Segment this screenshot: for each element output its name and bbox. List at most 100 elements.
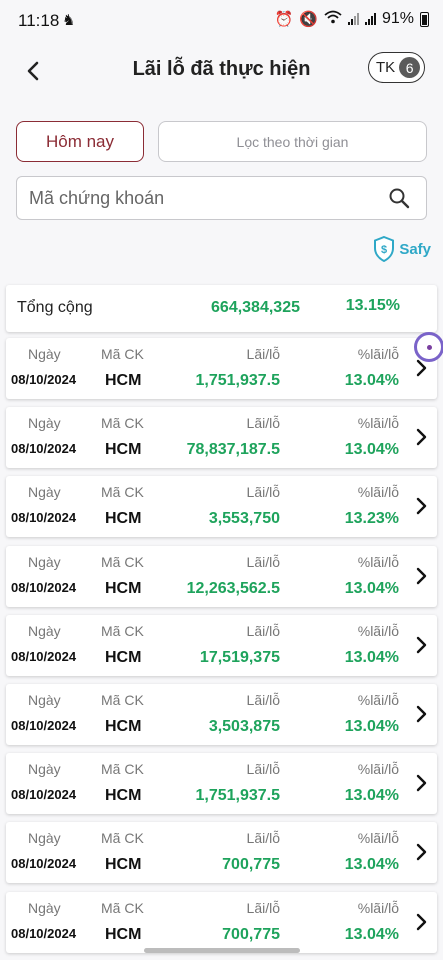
notification-icon: ♞ [62,12,76,29]
column-date-label: Ngày [28,761,61,778]
transaction-row[interactable]: Ngày Mã CK Lãi/lỗ %lãi/lỗ 08/10/2024 HCM… [6,407,437,469]
transaction-row[interactable]: Ngày Mã CK Lãi/lỗ %lãi/lỗ 08/10/2024 HCM… [6,753,437,815]
chevron-right-icon [416,636,427,653]
column-date-label: Ngày [28,622,61,639]
column-percent-label: %lãi/lỗ [357,691,399,708]
column-date-label: Ngày [28,691,61,708]
svg-text:$: $ [381,244,387,256]
row-percent: 13.23% [344,510,399,528]
row-stock-code: HCM [105,372,142,389]
column-percent-label: %lãi/lỗ [357,346,399,362]
row-percent: 13.04% [344,441,399,459]
account-selector[interactable]: TK 6 [368,52,425,83]
screen: 11:18 ♞ ⏰ 🔇 91% Lãi lỗ đã thực hiện TK 6… [0,0,443,960]
header: Lãi lỗ đã thực hiện TK 6 [0,44,443,96]
row-percent: 13.04% [344,856,399,874]
column-date-label: Ngày [28,899,61,916]
row-date: 08/10/2024 [11,579,77,595]
column-code-label: Mã CK [101,899,144,916]
column-profit-label: Lãi/lỗ [246,899,280,916]
row-stock-code: HCM [105,441,142,459]
row-profit: 78,837,187.5 [186,441,280,459]
row-profit: 700,775 [222,925,280,943]
status-time: 11:18 [18,11,60,30]
row-date: 08/10/2024 [11,856,77,872]
row-profit: 1,751,937.5 [195,787,280,805]
row-stock-code: HCM [105,925,142,943]
row-percent: 13.04% [344,648,399,666]
column-code-label: Mã CK [101,553,144,570]
column-profit-label: Lãi/lỗ [246,415,280,432]
transaction-row[interactable]: Ngày Mã CK Lãi/lỗ %lãi/lỗ 08/10/2024 HCM… [6,338,437,399]
search-icon[interactable] [388,187,410,209]
account-number-badge: 6 [399,57,421,78]
row-date: 08/10/2024 [11,372,77,387]
row-profit: 3,503,875 [208,717,280,735]
chevron-right-icon [416,774,427,792]
column-code-label: Mã CK [101,415,144,432]
row-percent: 13.04% [344,579,399,597]
column-percent-label: %lãi/lỗ [357,761,399,778]
column-percent-label: %lãi/lỗ [357,553,399,570]
row-stock-code: HCM [105,648,142,666]
transaction-row[interactable]: Ngày Mã CK Lãi/lỗ %lãi/lỗ 08/10/2024 HCM… [6,545,437,607]
row-stock-code: HCM [105,856,142,874]
chevron-right-icon [416,498,427,515]
column-date-label: Ngày [28,553,61,570]
row-date: 08/10/2024 [11,648,77,664]
total-profit-percent: 13.15% [345,297,400,314]
row-stock-code: HCM [105,579,142,597]
column-date-label: Ngày [28,346,61,362]
column-date-label: Ngày [28,484,61,501]
column-percent-label: %lãi/lỗ [357,415,399,432]
filter-today-button[interactable]: Hôm nay [16,121,144,162]
row-stock-code: HCM [105,787,142,805]
chevron-right-icon [416,705,427,723]
column-percent-label: %lãi/lỗ [357,899,399,916]
row-profit: 3,553,750 [208,510,280,528]
floating-assist-button[interactable] [414,332,443,362]
wifi-icon [324,10,342,28]
battery-icon [420,11,429,27]
chevron-right-icon [416,428,427,446]
column-date-label: Ngày [28,830,61,847]
row-date: 08/10/2024 [11,717,77,733]
safy-label: Safy [399,240,431,258]
search-box [16,176,427,220]
transaction-row[interactable]: Ngày Mã CK Lãi/lỗ %lãi/lỗ 08/10/2024 HCM… [6,891,437,953]
total-summary-card: Tổng cộng 664,384,325 13.15% [6,285,437,332]
column-profit-label: Lãi/lỗ [246,691,280,708]
account-prefix: TK [376,59,396,76]
column-code-label: Mã CK [101,830,144,847]
battery-percent: 91% [381,10,414,27]
row-profit: 1,751,937.5 [195,372,280,389]
row-profit: 17,519,375 [199,648,280,666]
row-stock-code: HCM [105,510,142,528]
home-indicator[interactable] [144,948,300,953]
transaction-row[interactable]: Ngày Mã CK Lãi/lỗ %lãi/lỗ 08/10/2024 HCM… [6,614,437,676]
row-stock-code: HCM [105,717,142,735]
row-date: 08/10/2024 [11,925,77,941]
stock-code-search-input[interactable] [29,177,369,219]
status-icons: ⏰ 🔇 91% [275,10,429,28]
safy-button[interactable]: $ Safy [373,236,431,262]
column-profit-label: Lãi/lỗ [246,761,280,778]
row-profit: 700,775 [222,856,280,874]
column-code-label: Mã CK [101,622,144,639]
mute-icon: 🔇 [299,11,318,28]
transaction-list: Ngày Mã CK Lãi/lỗ %lãi/lỗ 08/10/2024 HCM… [6,338,437,960]
column-profit-label: Lãi/lỗ [246,346,280,362]
total-label: Tổng cộng [17,299,93,316]
column-profit-label: Lãi/lỗ [246,622,280,639]
transaction-row[interactable]: Ngày Mã CK Lãi/lỗ %lãi/lỗ 08/10/2024 HCM… [6,476,437,538]
row-date: 08/10/2024 [11,787,77,803]
transaction-row[interactable]: Ngày Mã CK Lãi/lỗ %lãi/lỗ 08/10/2024 HCM… [6,683,437,745]
status-bar: 11:18 ♞ ⏰ 🔇 91% [0,0,443,44]
filter-by-time-button[interactable]: Lọc theo thời gian [158,121,427,162]
signal-icon-2 [364,13,376,25]
column-percent-label: %lãi/lỗ [357,622,399,639]
transaction-row[interactable]: Ngày Mã CK Lãi/lỗ %lãi/lỗ 08/10/2024 HCM… [6,822,437,884]
chevron-right-icon [416,913,427,930]
chevron-right-icon [416,567,427,584]
column-profit-label: Lãi/lỗ [246,484,280,501]
